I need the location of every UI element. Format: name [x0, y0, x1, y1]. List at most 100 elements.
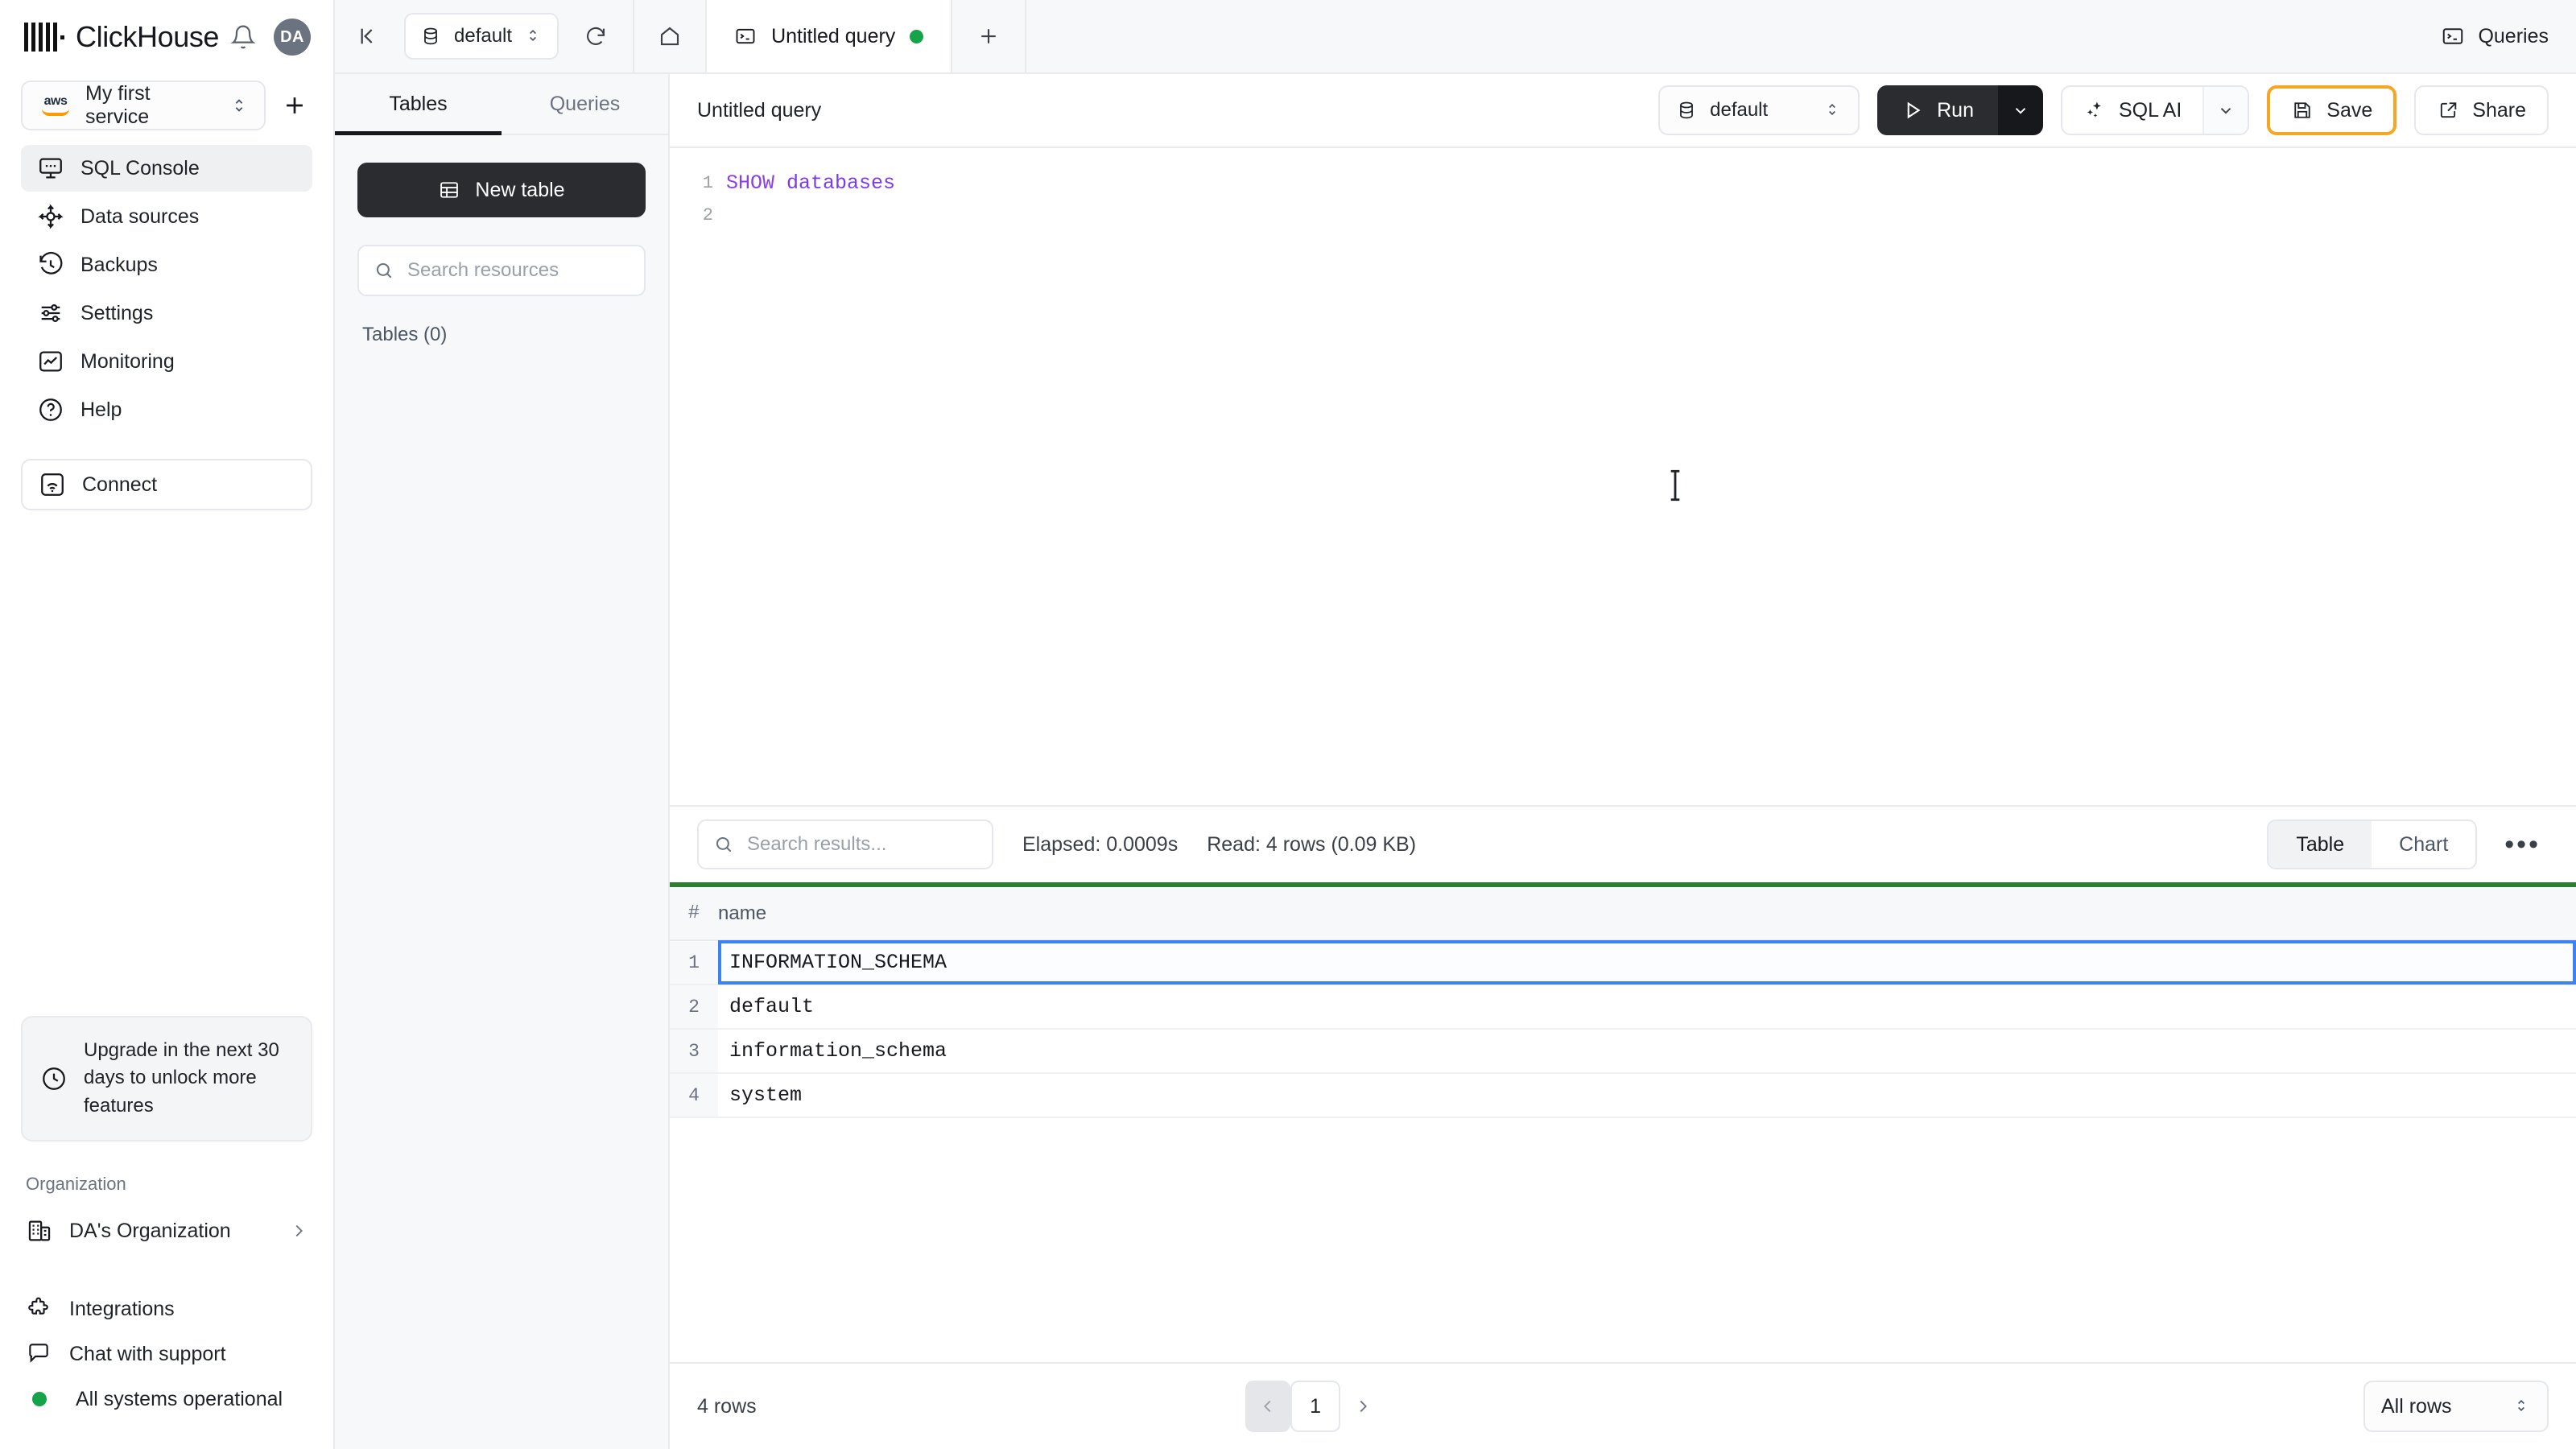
search-results-input[interactable]: Search results... — [697, 819, 993, 869]
editor-code[interactable]: SHOW databases — [726, 148, 2576, 805]
view-mode-toggle: Table Chart — [2267, 819, 2478, 869]
pagination-page-input[interactable]: 1 — [1290, 1381, 1341, 1432]
sql-editor[interactable]: 1 2 SHOW databases — [670, 148, 2576, 805]
pagination-next-button[interactable] — [1340, 1381, 1385, 1432]
tab-tables[interactable]: Tables — [335, 74, 502, 135]
sidebar-item-label: Data sources — [80, 204, 200, 228]
main-area: default Untitled query Queries Tables Qu… — [335, 0, 2576, 1449]
search-icon — [376, 262, 392, 279]
pagination-prev-button[interactable] — [1245, 1381, 1291, 1432]
tab-queries[interactable]: Queries — [502, 74, 668, 134]
row-value-name[interactable]: information_schema — [718, 1029, 2576, 1074]
view-mode-chart[interactable]: Chart — [2372, 821, 2475, 868]
service-selector[interactable]: aws My first service — [21, 80, 266, 130]
save-button[interactable]: Save — [2267, 85, 2397, 135]
sidebar-item-integrations[interactable]: Integrations — [21, 1288, 312, 1330]
sql-keyword: SHOW — [726, 171, 775, 195]
results-empty-space — [670, 1118, 2576, 1362]
editor-database-selector[interactable]: default — [1658, 85, 1860, 135]
query-tab[interactable]: Untitled query — [707, 0, 953, 72]
table-row[interactable]: 1 INFORMATION_SCHEMA — [670, 940, 2576, 985]
service-row: aws My first service — [0, 74, 333, 130]
table-grid-icon — [440, 182, 459, 198]
sidebar-nav: SQL Console Data sources Backups Setting… — [0, 130, 333, 433]
collapse-sidebar-button[interactable] — [335, 0, 404, 72]
row-index: 3 — [670, 1029, 718, 1074]
share-button[interactable]: Share — [2414, 85, 2549, 135]
clock-icon — [40, 1065, 68, 1092]
editor-database-name: default — [1710, 99, 1769, 121]
sidebar-item-help[interactable]: Help — [21, 386, 312, 433]
user-avatar[interactable]: DA — [274, 19, 312, 56]
unsaved-indicator-dot — [910, 29, 924, 43]
topbar-database-selector[interactable]: default — [404, 13, 559, 60]
share-external-icon — [2441, 102, 2457, 118]
brand-header: ClickHouse DA — [0, 0, 333, 74]
refresh-button[interactable] — [559, 0, 633, 72]
table-row[interactable]: 2 default — [670, 985, 2576, 1030]
row-value-name[interactable]: INFORMATION_SCHEMA — [718, 940, 2576, 985]
row-value-name[interactable]: system — [718, 1073, 2576, 1118]
sidebar-item-label: Help — [80, 398, 122, 421]
new-tab-button[interactable] — [952, 0, 1027, 72]
sidebar-item-chat-support[interactable]: Chat with support — [21, 1333, 312, 1375]
save-label: Save — [2326, 98, 2373, 122]
settings-icon — [37, 299, 64, 327]
organization-item[interactable]: DA's Organization — [21, 1208, 312, 1254]
sidebar-item-label: Monitoring — [80, 349, 175, 373]
queries-button[interactable]: Queries — [2441, 0, 2576, 72]
add-service-button[interactable] — [277, 88, 312, 123]
sql-ai-button[interactable]: SQL AI — [2062, 87, 2202, 134]
sql-console-icon — [37, 155, 64, 182]
new-table-label: New table — [475, 178, 565, 201]
results-table: # name 1 INFORMATION_SCHEMA 2 default 3 … — [670, 887, 2576, 1118]
sparkles-icon — [2087, 101, 2101, 118]
view-mode-table[interactable]: Table — [2268, 821, 2372, 868]
queries-label: Queries — [2478, 24, 2549, 47]
topbar-db-cell: default — [404, 0, 559, 72]
chevron-down-icon — [2221, 108, 2231, 114]
sidebar-item-monitoring[interactable]: Monitoring — [21, 338, 312, 385]
table-row[interactable]: 4 system — [670, 1073, 2576, 1118]
upgrade-banner[interactable]: Upgrade in the next 30 days to unlock mo… — [21, 1015, 312, 1141]
terminal-icon — [736, 28, 755, 44]
brand-name: ClickHouse — [76, 20, 220, 53]
query-tab-title: Untitled query — [771, 24, 896, 47]
sidebar-item-sql-console[interactable]: SQL Console — [21, 145, 312, 192]
sql-ai-label: SQL AI — [2119, 98, 2182, 122]
row-index: 1 — [670, 940, 718, 985]
sidebar-item-data-sources[interactable]: Data sources — [21, 193, 312, 240]
row-value-name[interactable]: default — [718, 985, 2576, 1030]
home-button[interactable] — [633, 0, 708, 72]
search-results-placeholder: Search results... — [747, 833, 887, 855]
run-label: Run — [1937, 98, 1974, 122]
sql-ai-group: SQL AI — [2061, 85, 2250, 135]
sidebar-item-backups[interactable]: Backups — [21, 242, 312, 288]
database-icon — [424, 27, 437, 45]
chevron-right-icon — [1360, 1400, 1368, 1413]
page-size-selector[interactable]: All rows — [2363, 1381, 2549, 1432]
search-resources-input[interactable]: Search resources — [357, 245, 646, 296]
connect-button[interactable]: Connect — [21, 459, 312, 510]
new-table-button[interactable]: New table — [357, 163, 646, 217]
sidebar-item-settings[interactable]: Settings — [21, 290, 312, 336]
run-dropdown-button[interactable] — [1998, 85, 2043, 135]
chevron-right-icon — [290, 1222, 308, 1240]
more-options-button[interactable]: ••• — [2496, 831, 2549, 858]
integrations-icon — [26, 1295, 53, 1323]
sidebar-item-label: Backups — [80, 253, 158, 276]
organization-name: DA's Organization — [69, 1219, 231, 1242]
status-dot-icon — [32, 1392, 47, 1406]
sql-ai-dropdown-button[interactable] — [2202, 87, 2248, 134]
table-row[interactable]: 3 information_schema — [670, 1029, 2576, 1074]
notifications-bell-icon[interactable] — [230, 24, 256, 50]
terminal-icon — [2443, 28, 2463, 44]
run-button[interactable]: Run — [1877, 85, 1998, 135]
chevron-updown-icon — [525, 24, 543, 48]
code-line: SHOW databases — [726, 167, 2576, 200]
sidebar-item-system-status[interactable]: All systems operational — [21, 1378, 312, 1420]
connect-wrapper: Connect — [0, 433, 333, 510]
sidebar-item-label: Settings — [80, 301, 154, 324]
